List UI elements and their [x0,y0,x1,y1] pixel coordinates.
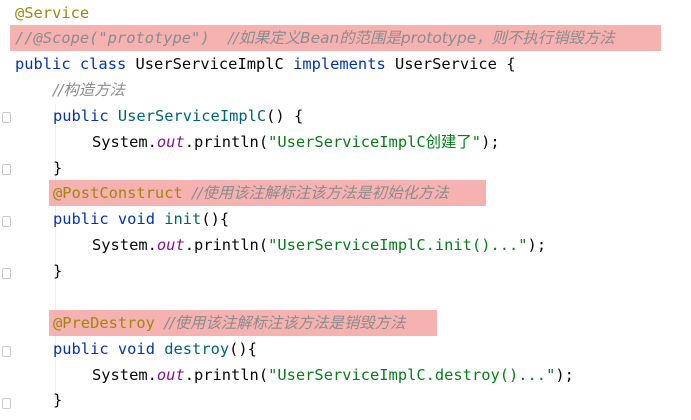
fold-marker-init[interactable] [2,216,11,227]
keyword-public: public [15,55,71,73]
open-brace: { [506,55,516,73]
method-name-destroy: destroy [164,340,230,358]
close-brace: } [53,159,63,177]
println-call: .println( [184,133,269,151]
code-line-4[interactable]: //构造方法 [53,77,125,103]
statement-end: ); [555,366,574,384]
comment-constructor: //构造方法 [53,81,125,99]
code-line-16[interactable]: } [53,387,62,413]
code-line-6[interactable]: System.out.println("UserServiceImplC创建了"… [92,129,500,155]
fold-marker-destroy-end[interactable] [2,398,11,409]
annotation-postconstruct: @PostConstruct [53,184,183,202]
keyword-public: public [53,340,109,358]
code-line-5[interactable]: public UserServiceImplC() { [53,103,303,129]
keyword-void: void [117,210,155,228]
system-ref: System. [92,133,157,151]
comment-postconstruct: //使用该注解标注该方法是初始化方法 [192,184,449,202]
system-ref: System. [92,236,157,254]
println-call: .println( [184,236,269,254]
system-ref: System. [92,366,157,384]
out-field: out [156,366,185,384]
code-line-9[interactable]: public void init(){ [53,206,229,232]
println-call: .println( [184,366,269,384]
fold-marker-constructor[interactable] [2,112,11,123]
string-literal: "UserServiceImplC.init()..." [268,236,528,254]
code-line-1[interactable]: @Service [15,0,89,26]
string-literal: "UserServiceImplC.destroy()..." [268,366,556,384]
comment-scope: //@Scope("prototype") [15,29,229,47]
code-line-13[interactable]: @PreDestroy //使用该注解标注该方法是销毁方法 [53,310,405,336]
annotation-predestroy: @PreDestroy [53,314,155,332]
keyword-implements: implements [293,55,386,73]
code-line-2[interactable]: //@Scope("prototype") //如果定义Bean的范围是prot… [15,25,615,51]
keyword-class: class [79,55,127,73]
code-line-10[interactable]: System.out.println("UserServiceImplC.ini… [92,232,546,258]
statement-end: ); [527,236,547,254]
comment-predestroy: //使用该注解标注该方法是销毁方法 [164,314,406,332]
out-field: out [156,133,185,151]
fold-marker-destroy[interactable] [2,346,11,357]
out-field: out [156,236,185,254]
statement-end: ); [481,133,500,151]
code-line-8[interactable]: @PostConstruct //使用该注解标注该方法是初始化方法 [53,180,449,206]
code-line-15[interactable]: System.out.println("UserServiceImplC.des… [92,362,574,388]
annotation-service: @Service [15,4,90,22]
keyword-public: public [53,210,109,228]
constructor-parens: () { [266,107,304,125]
editor-gutter [0,0,10,420]
method-parens: (){ [229,340,257,358]
code-line-3[interactable]: public class UserServiceImplC implements… [15,51,516,77]
method-name-init: init [164,210,202,228]
string-literal: "UserServiceImplC创建了" [268,133,482,151]
fold-marker-init-end[interactable] [2,268,11,279]
constructor-name: UserServiceImplC [117,107,267,125]
close-brace: } [53,391,63,409]
keyword-public: public [53,107,109,125]
comment-scope-note: //如果定义Bean的范围是prototype，则不执行销毁方法 [228,29,615,47]
interface-name: UserService [395,55,497,73]
code-line-14[interactable]: public void destroy(){ [53,336,257,362]
code-line-7[interactable]: } [53,155,62,181]
fold-marker-constructor-end[interactable] [2,164,11,175]
class-name: UserServiceImplC [135,55,284,73]
code-line-11[interactable]: } [53,258,62,284]
close-brace: } [53,262,63,280]
method-parens: (){ [201,210,230,228]
keyword-void: void [117,340,155,358]
